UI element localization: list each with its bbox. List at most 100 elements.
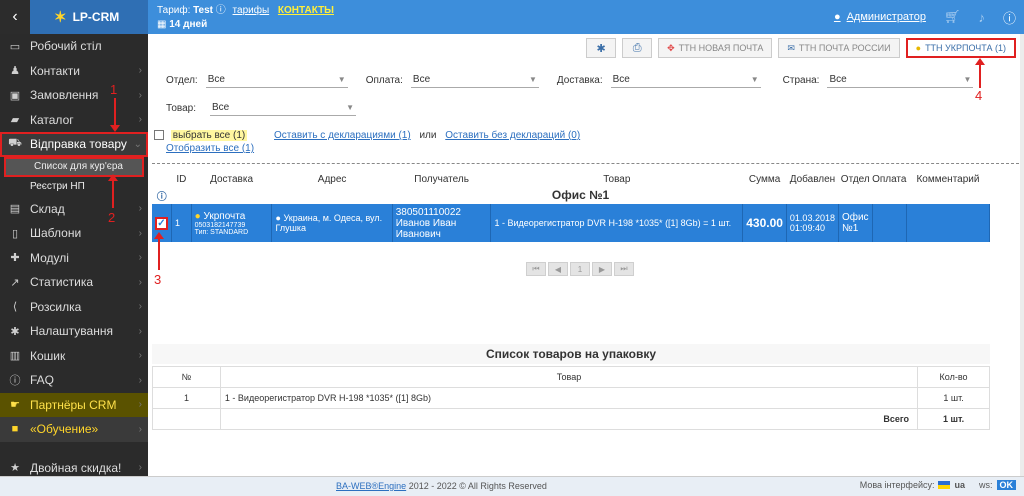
sidebar-item-label: Модулі — [30, 250, 69, 265]
monitor-icon: ▭ — [9, 40, 21, 53]
chevron-right-icon: › — [138, 276, 142, 288]
col-delivery[interactable]: Доставка — [191, 172, 272, 186]
tariffs-link[interactable]: тарифы — [233, 5, 270, 16]
sidebar-item-partners[interactable]: ☛ Партнёры CRM › — [0, 392, 148, 417]
sidebar-item-faq[interactable]: ⓘ FAQ › — [0, 368, 148, 393]
col-id[interactable]: ID — [172, 172, 192, 186]
ttn-ukrposhta-button[interactable]: ● ТТН УКРПОЧТА (1) — [905, 38, 1016, 58]
prev-page-icon[interactable]: ◀ — [548, 262, 568, 276]
sidebar-item-contacts[interactable]: ♟ Контакти › — [0, 59, 148, 84]
delivery-name: Укрпочта — [203, 210, 246, 222]
annotation-arrow — [110, 98, 120, 132]
footer: BA-WEB®Engine 2012 - 2022 © All Rights R… — [0, 476, 1024, 496]
keep-with-declarations-link[interactable]: Оставить с декларациями (1) — [274, 130, 411, 141]
col-otdel[interactable]: Отдел — [838, 172, 872, 186]
col-recipient[interactable]: Получатель — [392, 172, 491, 186]
sidebar-item-settings[interactable]: ✱ Налаштування › — [0, 319, 148, 344]
sidebar-subitem-np-registers[interactable]: Реєстри НП — [0, 177, 148, 197]
puzzle-icon: ✚ — [10, 252, 20, 265]
col-added[interactable]: Добавлен — [786, 172, 838, 186]
chevron-right-icon: › — [138, 301, 142, 313]
keep-without-declarations-link[interactable]: Оставить без деклараций (0) — [445, 130, 580, 141]
ws-label: ws: — [979, 480, 993, 490]
info-icon[interactable]: ⓘ — [216, 5, 226, 16]
sidebar-item-label: Кошик — [30, 348, 66, 363]
order-id: 1 — [171, 204, 192, 242]
chart-icon: ↗ — [10, 276, 20, 289]
chevron-left-icon[interactable]: ‹ — [0, 0, 30, 34]
caret-down-icon: ▼ — [337, 75, 346, 84]
page-number[interactable]: 1 — [570, 262, 590, 276]
nova-poshta-icon: ✥ — [667, 42, 675, 53]
recipient-name: Иванов Иван Иванович — [395, 217, 457, 240]
address-cell: ● Украина, м. Одеса, вул. Глушка — [271, 204, 393, 242]
tovar-select[interactable]: Все ▼ — [210, 100, 356, 116]
select-all-checkbox[interactable] — [154, 130, 164, 141]
gear-icon: ✱ — [10, 325, 20, 338]
ukraine-flag-icon[interactable] — [938, 481, 951, 489]
select-value: Все — [829, 74, 847, 85]
sidebar-item-label: FAQ — [30, 373, 55, 388]
sidebar-item-modules[interactable]: ✚ Модулі › — [0, 246, 148, 271]
info-icon[interactable]: ⓘ — [1003, 8, 1016, 27]
sidebar-item-mailing[interactable]: ⟨ Розсилка › — [0, 295, 148, 320]
info-icon[interactable]: ⓘ — [157, 192, 167, 203]
language-code[interactable]: ua — [954, 480, 965, 490]
sidebar-item-desktop[interactable]: ▭ Робочий стіл — [0, 34, 148, 59]
cart-icon[interactable]: 🛒︎ — [944, 9, 961, 25]
oplata-select[interactable]: Все ▼ — [410, 72, 539, 88]
sidebar-item-label: Контакти — [30, 63, 80, 78]
delivery-cell: ● Укрпочта 0503182147739 Тип: STANDARD — [191, 204, 273, 242]
ttn-nova-poshta-button[interactable]: ✥ ТТН НОВАЯ ПОЧТА — [658, 38, 773, 58]
sidebar-item-orders[interactable]: ▣ Замовлення › — [0, 83, 148, 108]
col-payment[interactable]: Оплата — [872, 172, 906, 186]
sidebar-item-shipping[interactable]: ⛟ Відправка товару ⌄ — [0, 132, 148, 157]
sidebar-subitem-courier-list[interactable]: Список для кур'єра — [4, 156, 144, 177]
col-product[interactable]: Товар — [491, 172, 743, 186]
sidebar-item-trash[interactable]: ▥ Кошик › — [0, 344, 148, 369]
scrollbar[interactable] — [1020, 34, 1024, 476]
select-all-label[interactable]: выбрать все (1) — [170, 130, 248, 141]
sidebar-item-catalog[interactable]: ▰ Каталог › — [0, 108, 148, 133]
chevron-right-icon: › — [138, 114, 142, 126]
sidebar-item-label: Список для кур'єра — [34, 161, 123, 172]
sidebar-item-statistics[interactable]: ↗ Статистика › — [0, 270, 148, 295]
first-page-icon[interactable]: ⏮ — [526, 262, 546, 276]
user-icon: ● — [833, 11, 841, 23]
sidebar-item-templates[interactable]: ▯ Шаблони › — [0, 221, 148, 246]
print-button[interactable]: ⎙ — [622, 38, 653, 58]
col-qty: Кол-во — [917, 366, 990, 388]
contacts-link[interactable]: КОНТАКТЫ — [278, 5, 334, 16]
col-comment[interactable]: Комментарий — [906, 172, 989, 186]
show-all-link[interactable]: Отобразить все (1) — [166, 143, 254, 154]
ttn-pochta-rossii-button[interactable]: ✉ ТТН ПОЧТА РОССИИ — [778, 38, 900, 58]
gear-button[interactable]: ✱ — [586, 38, 617, 58]
map-marker-icon: ● — [915, 43, 922, 53]
product-cell: 1 - Видеорегистратор DVR H-198 *1035* ([… — [490, 204, 744, 242]
bell-icon[interactable]: ♪ — [978, 10, 985, 25]
col-address[interactable]: Адрес — [272, 172, 392, 186]
chevron-right-icon: › — [138, 227, 142, 239]
col-number: № — [152, 366, 221, 388]
engine-link[interactable]: BA-WEB®Engine — [336, 481, 406, 491]
sidebar-item-label: Замовлення — [30, 88, 99, 103]
last-page-icon[interactable]: ⏭ — [614, 262, 634, 276]
row-checkbox[interactable]: ✓ — [155, 216, 168, 230]
chevron-right-icon: › — [138, 399, 142, 411]
delivery-tracking[interactable]: 0503182147739 — [195, 222, 269, 229]
caret-down-icon: ▼ — [963, 75, 972, 84]
col-sum[interactable]: Сумма — [743, 172, 787, 186]
user-menu[interactable]: ● Администратор — [834, 11, 926, 23]
packing-table: № Товар Кол-во 1 1 - Видеорегистратор DV… — [152, 366, 990, 430]
dostavka-select[interactable]: Все ▼ — [610, 72, 761, 88]
document-icon: ▯ — [11, 227, 19, 240]
next-page-icon[interactable]: ▶ — [592, 262, 612, 276]
otdel-select[interactable]: Все ▼ — [205, 72, 348, 88]
logo[interactable]: ✶ LP-CRM — [30, 0, 148, 34]
sidebar-item-warehouse[interactable]: ▤ Склад › — [0, 197, 148, 222]
strana-select[interactable]: Все ▼ — [827, 72, 974, 88]
delivery-type: Тип: STANDARD — [194, 228, 249, 236]
sidebar-item-learning[interactable]: ■ «Обучение» › — [0, 417, 148, 442]
table-row[interactable]: ✓ 1 ● Укрпочта 0503182147739 Тип: STANDA… — [152, 204, 991, 242]
toolbar: ✱ ⎙ ✥ ТТН НОВАЯ ПОЧТА ✉ ТТН ПОЧТА РОССИИ ●… — [586, 38, 1016, 58]
